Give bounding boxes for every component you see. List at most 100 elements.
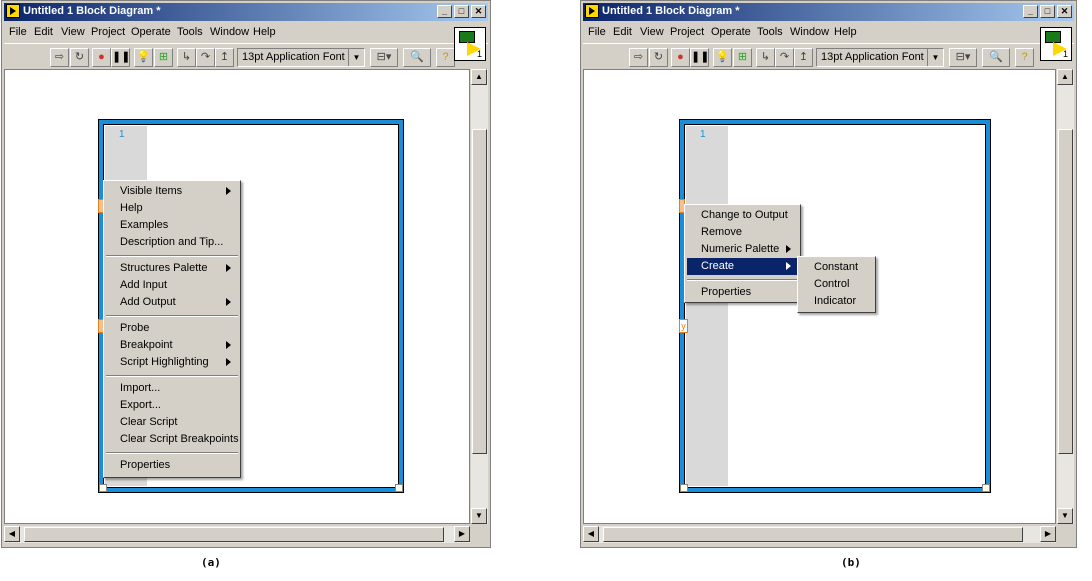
menu-item-add-output[interactable]: Add Output: [106, 294, 238, 311]
chevron-down-icon[interactable]: ▼: [348, 49, 364, 66]
retain-wire-values-icon[interactable]: ⊞: [733, 48, 752, 67]
chevron-down-icon[interactable]: ▼: [927, 49, 943, 66]
step-into-icon[interactable]: ↳: [756, 48, 775, 67]
menu-item-export[interactable]: Export...: [106, 397, 238, 414]
vertical-scroll-thumb[interactable]: [472, 129, 487, 454]
horizontal-scroll-thumb[interactable]: [24, 527, 444, 542]
menu-operate[interactable]: Operate: [711, 26, 751, 38]
menu-file[interactable]: File: [588, 26, 606, 38]
minimize-button[interactable]: _: [1023, 5, 1038, 18]
font-selector[interactable]: 13pt Application Font ▼: [816, 48, 944, 67]
menu-item-probe[interactable]: Probe: [106, 320, 238, 337]
highlight-execution-icon[interactable]: 💡: [134, 48, 153, 67]
scroll-up-button[interactable]: ▲: [1057, 69, 1073, 85]
search-icon[interactable]: 🔍: [403, 48, 431, 67]
horizontal-scroll-thumb[interactable]: [603, 527, 1023, 542]
pause-icon[interactable]: ❚❚: [111, 48, 130, 67]
horizontal-scrollbar[interactable]: ◀ ▶: [583, 526, 1056, 543]
close-button[interactable]: ✕: [1057, 5, 1072, 18]
menu-item-properties[interactable]: Properties: [106, 457, 238, 474]
run-arrow-icon[interactable]: ⇨: [629, 48, 648, 67]
resize-handle-bottom-left[interactable]: [680, 484, 688, 492]
step-into-icon[interactable]: ↳: [177, 48, 196, 67]
resize-handle-bottom-right[interactable]: [982, 484, 990, 492]
step-out-icon[interactable]: ↥: [794, 48, 813, 67]
menu-tools[interactable]: Tools: [177, 26, 203, 38]
submenu-item-constant[interactable]: Constant: [800, 259, 873, 276]
step-over-icon[interactable]: ↷: [775, 48, 794, 67]
abort-icon[interactable]: ●: [671, 48, 690, 67]
menu-item-description-and-tip[interactable]: Description and Tip...: [106, 234, 238, 251]
menu-item-breakpoint[interactable]: Breakpoint: [106, 337, 238, 354]
menu-item-visible-items[interactable]: Visible Items: [106, 183, 238, 200]
maximize-button[interactable]: □: [454, 5, 469, 18]
menu-item-change-to-output[interactable]: Change to Output: [687, 207, 798, 224]
scroll-up-button[interactable]: ▲: [471, 69, 487, 85]
run-continuously-icon[interactable]: ↻: [649, 48, 668, 67]
maximize-button[interactable]: □: [1040, 5, 1055, 18]
menu-operate[interactable]: Operate: [131, 26, 171, 38]
resize-grip[interactable]: [1057, 526, 1074, 543]
align-objects-icon[interactable]: ⊟▾: [949, 48, 977, 67]
font-selector[interactable]: 13pt Application Font ▼: [237, 48, 365, 67]
menu-item-help[interactable]: Help: [106, 200, 238, 217]
menu-tools[interactable]: Tools: [757, 26, 783, 38]
vertical-scrollbar[interactable]: ▲ ▼: [471, 69, 488, 524]
horizontal-scrollbar[interactable]: ◀ ▶: [4, 526, 470, 543]
menu-edit[interactable]: Edit: [613, 26, 632, 38]
menu-view[interactable]: View: [640, 26, 664, 38]
menu-item-examples[interactable]: Examples: [106, 217, 238, 234]
menu-item-structures-palette[interactable]: Structures Palette: [106, 260, 238, 277]
vi-icon[interactable]: 1: [1040, 27, 1072, 61]
retain-wire-values-icon[interactable]: ⊞: [154, 48, 173, 67]
menu-view[interactable]: View: [61, 26, 85, 38]
scroll-left-button[interactable]: ◀: [583, 526, 599, 542]
menu-project[interactable]: Project: [91, 26, 125, 38]
menu-item-numeric-palette[interactable]: Numeric Palette: [687, 241, 798, 258]
menu-item-script-highlighting[interactable]: Script Highlighting: [106, 354, 238, 371]
menu-item-import[interactable]: Import...: [106, 380, 238, 397]
menu-edit[interactable]: Edit: [34, 26, 53, 38]
scroll-left-button[interactable]: ◀: [4, 526, 20, 542]
menu-window[interactable]: Window: [210, 26, 249, 38]
resize-handle-bottom-right[interactable]: [395, 484, 403, 492]
step-over-icon[interactable]: ↷: [196, 48, 215, 67]
run-arrow-icon[interactable]: ⇨: [50, 48, 69, 67]
vertical-scroll-thumb[interactable]: [1058, 129, 1073, 454]
context-help-icon[interactable]: ?: [1015, 48, 1034, 67]
output-node-y[interactable]: y: [679, 319, 688, 333]
scroll-right-button[interactable]: ▶: [1040, 526, 1056, 542]
menu-project[interactable]: Project: [670, 26, 704, 38]
diagram-canvas[interactable]: 1 Visible Items Help Examples Descriptio…: [4, 69, 470, 524]
context-help-icon[interactable]: ?: [436, 48, 455, 67]
scroll-right-button[interactable]: ▶: [454, 526, 470, 542]
vertical-scrollbar[interactable]: ▲ ▼: [1057, 69, 1074, 524]
menu-help[interactable]: Help: [834, 26, 857, 38]
menu-item-properties[interactable]: Properties: [687, 284, 798, 301]
vi-icon[interactable]: 1: [454, 27, 486, 61]
close-button[interactable]: ✕: [471, 5, 486, 18]
search-icon[interactable]: 🔍: [982, 48, 1010, 67]
submenu-item-indicator[interactable]: Indicator: [800, 293, 873, 310]
menu-item-create[interactable]: Create: [687, 258, 798, 275]
diagram-canvas[interactable]: 1 y Change to Output Remove Numeric Pale…: [583, 69, 1056, 524]
menu-item-clear-script-breakpoints[interactable]: Clear Script Breakpoints: [106, 431, 239, 448]
pause-icon[interactable]: ❚❚: [690, 48, 709, 67]
labview-app-icon[interactable]: [585, 4, 599, 18]
resize-grip[interactable]: [471, 526, 488, 543]
menu-file[interactable]: File: [9, 26, 27, 38]
menu-item-clear-script[interactable]: Clear Script: [106, 414, 238, 431]
abort-icon[interactable]: ●: [92, 48, 111, 67]
menu-item-remove[interactable]: Remove: [687, 224, 798, 241]
run-continuously-icon[interactable]: ↻: [70, 48, 89, 67]
highlight-execution-icon[interactable]: 💡: [713, 48, 732, 67]
align-objects-icon[interactable]: ⊟▾: [370, 48, 398, 67]
menu-window[interactable]: Window: [790, 26, 829, 38]
labview-app-icon[interactable]: [6, 4, 20, 18]
scroll-down-button[interactable]: ▼: [471, 508, 487, 524]
resize-handle-bottom-left[interactable]: [99, 484, 107, 492]
scroll-down-button[interactable]: ▼: [1057, 508, 1073, 524]
minimize-button[interactable]: _: [437, 5, 452, 18]
step-out-icon[interactable]: ↥: [215, 48, 234, 67]
menu-help[interactable]: Help: [253, 26, 276, 38]
